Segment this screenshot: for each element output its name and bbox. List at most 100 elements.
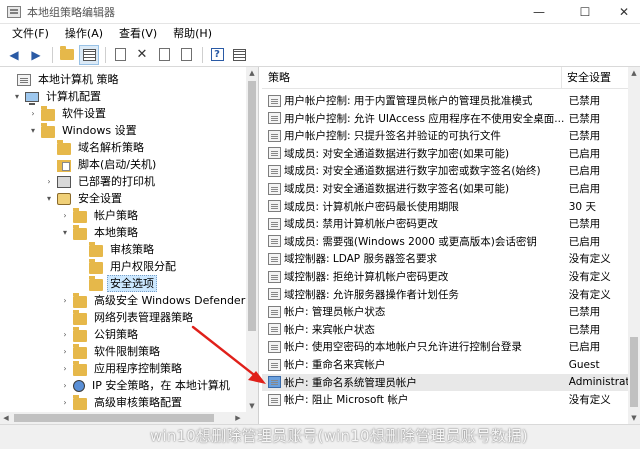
tree-item-label: 网络列表管理器策略 — [94, 311, 193, 324]
list-vertical-scrollbar[interactable]: ▲ ▼ — [628, 67, 640, 424]
policy-name: 域控制器: 拒绝计算机帐户密码更改 — [284, 271, 449, 283]
tree-item[interactable]: 脚本(启动/关机) — [44, 156, 159, 173]
scroll-right-icon[interactable]: ▶ — [232, 412, 244, 424]
folder-icon — [73, 343, 87, 359]
tree-item[interactable]: ▾ 本地策略 — [60, 224, 141, 241]
table-row[interactable]: 用户帐户控制: 只提升签名并验证的可执行文件 已禁用 — [262, 127, 628, 144]
up-folder-icon[interactable] — [57, 45, 77, 65]
expand-right-icon[interactable]: › — [60, 330, 70, 340]
table-row[interactable]: 用户帐户控制: 允许 UIAccess 应用程序在不使用安全桌面... 已禁用 — [262, 110, 628, 127]
tree-item[interactable]: › 已部署的打印机 — [44, 173, 158, 190]
table-row[interactable]: 帐户: 重命名系统管理员帐户 Administrat — [262, 373, 628, 391]
script-icon — [57, 159, 71, 172]
printer-icon — [57, 175, 71, 188]
tree-item[interactable]: ▾ 计算机配置 — [12, 88, 104, 105]
policy-name: 域成员: 禁用计算机帐户密码更改 — [284, 218, 438, 231]
view-grid-icon[interactable] — [229, 45, 249, 65]
tree-horizontal-scrollbar[interactable]: ◀ ▶ — [0, 412, 258, 424]
tree-item[interactable]: 用户权限分配 — [76, 258, 179, 275]
expand-right-icon[interactable]: › — [60, 398, 70, 408]
table-row[interactable]: 域控制器: 允许服务器操作者计划任务 没有定义 — [262, 286, 628, 303]
scroll-thumb[interactable] — [14, 414, 214, 422]
policy-setting-value: 已禁用 — [568, 306, 601, 319]
menu-action[interactable]: 操作(A) — [57, 24, 111, 43]
expand-right-icon[interactable]: › — [60, 211, 70, 221]
scroll-thumb[interactable] — [248, 81, 256, 331]
properties-page-icon[interactable] — [110, 45, 130, 65]
scroll-up-icon[interactable]: ▲ — [628, 67, 640, 79]
forward-arrow-icon[interactable]: ▶ — [26, 45, 46, 65]
column-header-policy[interactable]: 策略 — [262, 67, 562, 89]
scroll-left-icon[interactable]: ◀ — [0, 412, 12, 424]
policy-setting-value: 已启用 — [568, 183, 601, 195]
table-row[interactable]: 帐户: 阻止 Microsoft 帐户 没有定义 — [262, 391, 628, 408]
policy-setting-icon — [268, 182, 281, 195]
table-row[interactable]: 域成员: 对安全通道数据进行数字加密或数字签名(始终) 已启用 — [262, 162, 628, 179]
expand-down-icon[interactable]: ▾ — [44, 194, 54, 204]
tree-item[interactable]: › IP 安全策略，在 本地计算机 — [60, 377, 233, 394]
scroll-down-icon[interactable]: ▼ — [628, 412, 640, 424]
tree-item[interactable]: 安全选项 — [76, 275, 157, 292]
menu-help[interactable]: 帮助(H) — [165, 24, 220, 43]
menu-file[interactable]: 文件(F) — [4, 24, 57, 43]
table-row[interactable]: 用户帐户控制: 用于内置管理员帐户的管理员批准模式 已禁用 — [262, 92, 628, 109]
table-row[interactable]: 域成员: 对安全通道数据进行数字加密(如果可能) 已启用 — [262, 145, 628, 162]
tree-item[interactable]: › 应用程序控制策略 — [60, 360, 185, 377]
folder-icon — [89, 275, 103, 291]
table-row[interactable]: 域成员: 需要强(Windows 2000 或更高版本)会话密钥 已启用 — [262, 233, 628, 250]
tree-item[interactable]: ▾ Windows 设置 — [28, 122, 140, 139]
table-row[interactable]: 帐户: 使用空密码的本地帐户只允许进行控制台登录 已启用 — [262, 338, 628, 355]
tree-item[interactable]: › 高级安全 Windows Defender 防 — [60, 292, 258, 309]
tree-item[interactable]: › 软件设置 — [28, 105, 109, 122]
maximize-button[interactable]: ☐ — [562, 0, 608, 24]
scroll-up-icon[interactable]: ▲ — [246, 67, 258, 79]
menu-view[interactable]: 查看(V) — [111, 24, 165, 43]
table-row[interactable]: 域成员: 禁用计算机帐户密码更改 已禁用 — [262, 215, 628, 232]
scroll-down-icon[interactable]: ▼ — [246, 400, 258, 412]
tree-item[interactable]: › 帐户策略 — [60, 207, 141, 224]
tree-item[interactable]: 域名解析策略 — [44, 139, 147, 156]
expand-down-icon[interactable]: ▾ — [28, 126, 38, 136]
tree-item[interactable]: ▾ 安全设置 — [44, 190, 125, 207]
export-list-icon[interactable] — [154, 45, 174, 65]
scroll-thumb[interactable] — [630, 337, 638, 407]
close-button[interactable]: ✕ — [608, 0, 640, 24]
tree-item-label: 高级审核策略配置 — [94, 396, 182, 409]
column-header-setting[interactable]: 安全设置 — [562, 67, 611, 89]
table-row[interactable]: 域控制器: LDAP 服务器签名要求 没有定义 — [262, 250, 628, 267]
table-row[interactable]: 域成员: 对安全通道数据进行数字签名(如果可能) 已启用 — [262, 180, 628, 197]
expand-right-icon[interactable]: › — [60, 364, 70, 374]
expand-down-icon[interactable]: ▾ — [60, 228, 70, 238]
expand-right-icon[interactable]: › — [60, 296, 70, 306]
policy-setting-value: Guest — [568, 358, 600, 371]
expand-right-icon[interactable]: › — [28, 109, 38, 119]
expand-right-icon[interactable]: › — [44, 177, 54, 187]
tree-vertical-scrollbar[interactable]: ▲ ▼ — [246, 67, 258, 412]
tree-item[interactable]: › 公钥策略 — [60, 326, 141, 343]
policy-setting-value: 已禁用 — [568, 95, 601, 107]
table-row[interactable]: 帐户: 管理员帐户状态 已禁用 — [262, 303, 628, 320]
list-header: 策略 安全设置 — [262, 67, 628, 89]
delete-x-icon[interactable]: ✕ — [132, 45, 152, 65]
expand-right-icon[interactable]: › — [60, 347, 70, 357]
tree-item[interactable]: 网络列表管理器策略 — [60, 309, 196, 326]
table-row[interactable]: 帐户: 来宾帐户状态 已禁用 — [262, 321, 628, 338]
back-arrow-icon[interactable]: ◀ — [4, 45, 24, 65]
table-row[interactable]: 域成员: 计算机帐户密码最长使用期限 30 天 — [262, 198, 628, 215]
tree-item[interactable]: 审核策略 — [76, 241, 157, 258]
expand-right-icon[interactable]: › — [60, 381, 70, 391]
help-icon[interactable]: ? — [207, 45, 227, 65]
tree-item[interactable]: › 软件限制策略 — [60, 343, 163, 360]
policy-name: 用户帐户控制: 用于内置管理员帐户的管理员批准模式 — [284, 95, 533, 107]
refresh-icon[interactable] — [176, 45, 196, 65]
policy-setting-icon — [268, 358, 281, 371]
tree-item[interactable]: 本地计算机 策略 — [4, 71, 122, 88]
expand-down-icon[interactable]: ▾ — [12, 92, 22, 102]
table-row[interactable]: 帐户: 重命名来宾帐户 Guest — [262, 356, 628, 373]
tree-item[interactable]: › 高级审核策略配置 — [60, 394, 185, 411]
tree-item-label: 审核策略 — [110, 243, 154, 256]
show-tree-icon[interactable] — [79, 44, 99, 65]
table-row[interactable]: 域控制器: 拒绝计算机帐户密码更改 没有定义 — [262, 268, 628, 285]
minimize-button[interactable]: — — [516, 0, 562, 24]
